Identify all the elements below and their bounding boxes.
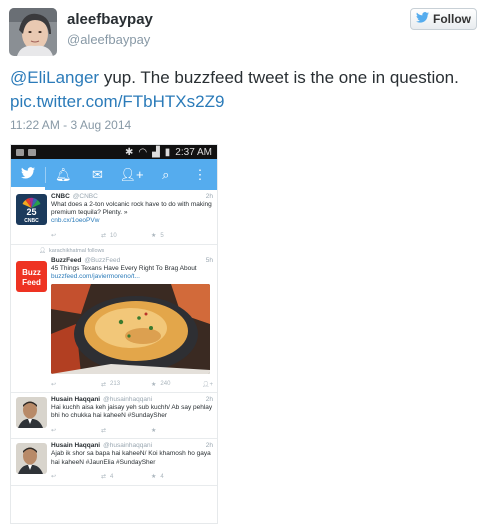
bluetooth-icon: ✱ (124, 146, 134, 158)
pic-link[interactable]: pic.twitter.com/FTbHTXs2Z9 (10, 92, 224, 111)
retweet-button[interactable]: ⇄ 10 (101, 232, 145, 240)
buzzfeed-logo: Buzz Feed (16, 260, 47, 292)
avatar (16, 443, 47, 475)
retweet-button[interactable]: ⇄ (101, 427, 145, 434)
search-icon: ⌕ (162, 166, 170, 182)
svg-text:Buzz: Buzz (22, 268, 41, 277)
tweet-text: @EliLanger yup. The buzzfeed tweet is th… (10, 66, 478, 114)
tweet-actions: ↩ ⇄ ★ (51, 425, 213, 435)
tweet-handle: @husainhaqqani (103, 396, 153, 404)
retweet-button[interactable]: ⇄ 4 (101, 473, 145, 481)
tweet-photo[interactable] (51, 284, 210, 375)
mention-link[interactable]: @EliLanger (10, 68, 99, 87)
tweet-link[interactable]: buzzfeed.com/javiermoreno/t... (51, 273, 140, 280)
wifi-icon: ◠ (138, 146, 148, 158)
tweet-text: Ajab ik shor sa bapa hai kaheeN/ Koi kha… (51, 450, 211, 466)
tweet-handle: @husainhaqqani (103, 442, 153, 450)
tweet-time: 2h (205, 442, 213, 450)
star-icon: ★ (151, 381, 157, 388)
retweet-count: 4 (110, 473, 114, 480)
retweet-icon: ⇄ (101, 427, 107, 434)
attached-screenshot[interactable]: ✱ ◠ ▟ ▮ 2:37 AM 🔔︎ ✉ 👤︎+ ⌕ ⋮ 25 CNBC CNB… (10, 144, 218, 524)
follows-note-text: karachikhatmal follows (48, 247, 105, 254)
star-icon: ★ (151, 427, 157, 434)
favorite-button[interactable]: ★ (151, 427, 195, 434)
retweet-count: 10 (110, 232, 117, 239)
tweet-author: CNBC (51, 193, 70, 200)
tweet-time: 2h (205, 396, 213, 404)
tweet-actions: ↩ ⇄ 4 ★ 4 (51, 472, 213, 482)
list-item[interactable]: 25 CNBC CNBC @CNBC 2h What does a 2-ton vo… (11, 190, 217, 245)
follow-button[interactable]: Follow (410, 8, 477, 30)
notification-icon (16, 148, 24, 156)
tweet-body: yup. The buzzfeed tweet is the one in qu… (99, 68, 459, 87)
add-user-icon: 👤︎+ (119, 166, 144, 182)
bell-icon: 🔔︎ (55, 166, 72, 182)
avatar (16, 397, 47, 429)
more-icon: ⋮ (193, 166, 207, 182)
tweet-time: 2h (205, 193, 213, 200)
tweet-actions: ↩ ⇄ 10 ★ 5 (51, 231, 213, 241)
tweet-actions: ↩ ⇄ 213 ★ 240 👤︎+ (51, 379, 213, 389)
svg-text:25: 25 (26, 207, 36, 217)
overflow-menu[interactable]: ⋮ (183, 159, 217, 190)
retweet-icon: ⇄ (101, 233, 107, 240)
tab-search[interactable]: ⌕ (149, 159, 183, 190)
tweet-author: Husain Haqqani (51, 442, 101, 450)
tweet-link[interactable]: cnb.cx/1oeoPVw (51, 217, 99, 224)
tweet-text: Hai kuchh aisa keh jaisay yeh sub kuchh/… (51, 404, 213, 420)
list-item[interactable]: Husain Haqqani @husainhaqqani 2h Hai kuchh… (11, 393, 217, 440)
tweet-text: What does a 2-ton volcanic rock have to … (51, 201, 212, 217)
retweet-button[interactable]: ⇄ 213 (101, 381, 145, 388)
battery-icon: ▮ (164, 146, 171, 158)
favorite-button[interactable]: ★ 5 (151, 232, 195, 240)
retweet-icon: ⇄ (101, 381, 107, 388)
favorite-count: 4 (160, 473, 164, 480)
tab-messages[interactable]: ✉ (80, 159, 114, 190)
twitter-bird-icon (21, 167, 36, 179)
star-icon: ★ (151, 474, 157, 481)
tweet-text: 45 Things Texans Have Every Right To Bra… (51, 264, 197, 272)
timestamp[interactable]: 11:22 AM - 3 Aug 2014 (10, 118, 131, 132)
follow-icon[interactable]: 👤︎+ (202, 381, 213, 388)
app-navbar: 🔔︎ ✉ 👤︎+ ⌕ ⋮ (11, 159, 217, 190)
favorite-count: 240 (160, 381, 171, 388)
favorite-count: 5 (160, 232, 164, 239)
tweet-time: 5h (205, 256, 213, 264)
handle[interactable]: @aleefbaypay (67, 32, 150, 47)
tab-notifications[interactable]: 🔔︎ (46, 159, 80, 190)
follows-note: 👤︎ karachikhatmal follows (39, 246, 213, 254)
list-item[interactable]: 👤︎ karachikhatmal follows Buzz Feed BuzzF… (11, 245, 217, 394)
status-time: 2:37 AM (175, 146, 212, 158)
reply-icon[interactable]: ↩ (51, 232, 95, 239)
favorite-button[interactable]: ★ 240 (151, 381, 195, 388)
favorite-button[interactable]: ★ 4 (151, 473, 195, 481)
follow-label: Follow (433, 12, 471, 26)
tweet-handle: @CNBC (72, 193, 98, 200)
reply-icon[interactable]: ↩ (51, 473, 95, 480)
list-item[interactable]: Husain Haqqani @husainhaqqani 2h Ajab ik s… (11, 439, 217, 486)
retweet-count: 213 (110, 381, 121, 388)
retweet-icon: ⇄ (101, 474, 107, 481)
reply-icon[interactable]: ↩ (51, 381, 95, 388)
signal-icon: ▟ (152, 146, 160, 158)
reply-icon[interactable]: ↩ (51, 427, 95, 434)
tweet-handle: @BuzzFeed (84, 256, 121, 264)
tab-follow[interactable]: 👤︎+ (115, 159, 149, 190)
star-icon: ★ (151, 233, 157, 240)
cnbc-logo: 25 CNBC (16, 194, 47, 225)
person-icon: 👤︎ (39, 247, 46, 254)
tweet-author: Husain Haqqani (51, 396, 101, 404)
envelope-icon: ✉ (91, 166, 103, 182)
svg-text:CNBC: CNBC (24, 218, 39, 224)
display-name[interactable]: aleefbaypay (67, 11, 153, 28)
twitter-bird-icon (416, 12, 429, 26)
tweet-author: BuzzFeed (51, 256, 82, 264)
status-bar: ✱ ◠ ▟ ▮ 2:37 AM (11, 145, 217, 159)
tab-home[interactable] (11, 159, 46, 190)
gallery-icon (28, 148, 36, 156)
svg-text:Feed: Feed (22, 278, 41, 287)
avatar[interactable] (9, 8, 57, 56)
